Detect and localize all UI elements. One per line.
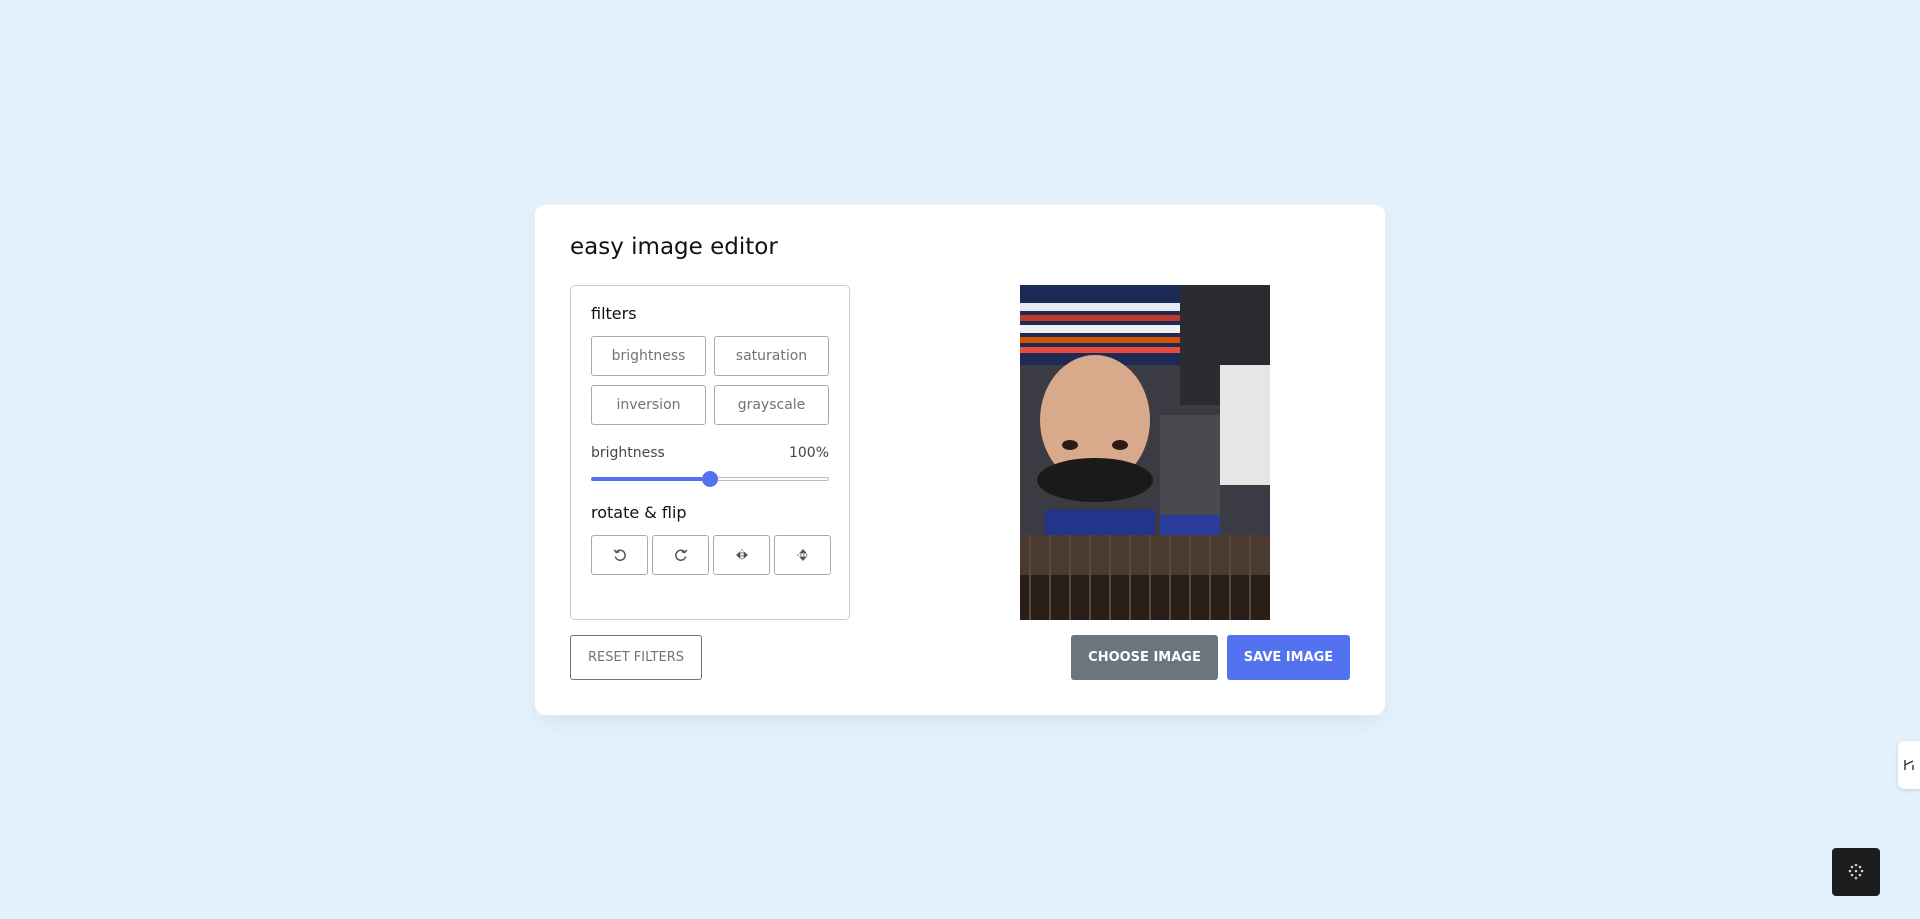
side-tab-icon: [1904, 760, 1914, 770]
corner-widget[interactable]: [1832, 848, 1880, 896]
reset-filters-button[interactable]: Reset Filters: [570, 635, 702, 680]
side-panel-tab[interactable]: [1898, 741, 1920, 789]
editor-wrapper: filters brightness saturation inversion …: [570, 285, 1350, 620]
filter-slider[interactable]: [591, 469, 829, 489]
save-image-button[interactable]: SAVE IMAGE: [1227, 635, 1350, 680]
filter-brightness-button[interactable]: brightness: [591, 336, 706, 376]
choose-image-button[interactable]: CHOOSE IMAGE: [1071, 635, 1218, 680]
filter-grayscale-button[interactable]: grayscale: [714, 385, 829, 425]
rotate-left-button[interactable]: [591, 535, 648, 575]
editor-card: easy image editor filters brightness sat…: [535, 205, 1385, 715]
slider-thumb[interactable]: [702, 471, 718, 487]
rotate-right-icon: [674, 549, 687, 561]
rotate-right-button[interactable]: [652, 535, 709, 575]
preview-image: [1020, 285, 1270, 620]
rotate-left-icon: [613, 549, 626, 561]
slider-info: brightness 100%: [591, 443, 829, 463]
slider-name: brightness: [591, 445, 665, 461]
flip-vertical-button[interactable]: [774, 535, 831, 575]
filters-title: filters: [591, 304, 637, 323]
filter-saturation-button[interactable]: saturation: [714, 336, 829, 376]
flip-horizontal-icon: [735, 549, 748, 561]
corner-widget-icon: [1848, 863, 1864, 880]
controls: Reset Filters CHOOSE IMAGE SAVE IMAGE: [570, 635, 1350, 680]
filter-options: brightness saturation inversion grayscal…: [591, 336, 829, 425]
flip-horizontal-button[interactable]: [713, 535, 770, 575]
filter-inversion-button[interactable]: inversion: [591, 385, 706, 425]
flip-vertical-icon: [796, 549, 809, 561]
photo-preview: [1020, 285, 1270, 620]
editor-panel: filters brightness saturation inversion …: [570, 285, 850, 620]
slider-fill: [591, 477, 710, 481]
app-title: easy image editor: [570, 234, 778, 260]
slider-value: 100%: [788, 445, 829, 461]
rotate-title: rotate & flip: [591, 503, 687, 522]
rotate-options: [591, 535, 831, 575]
